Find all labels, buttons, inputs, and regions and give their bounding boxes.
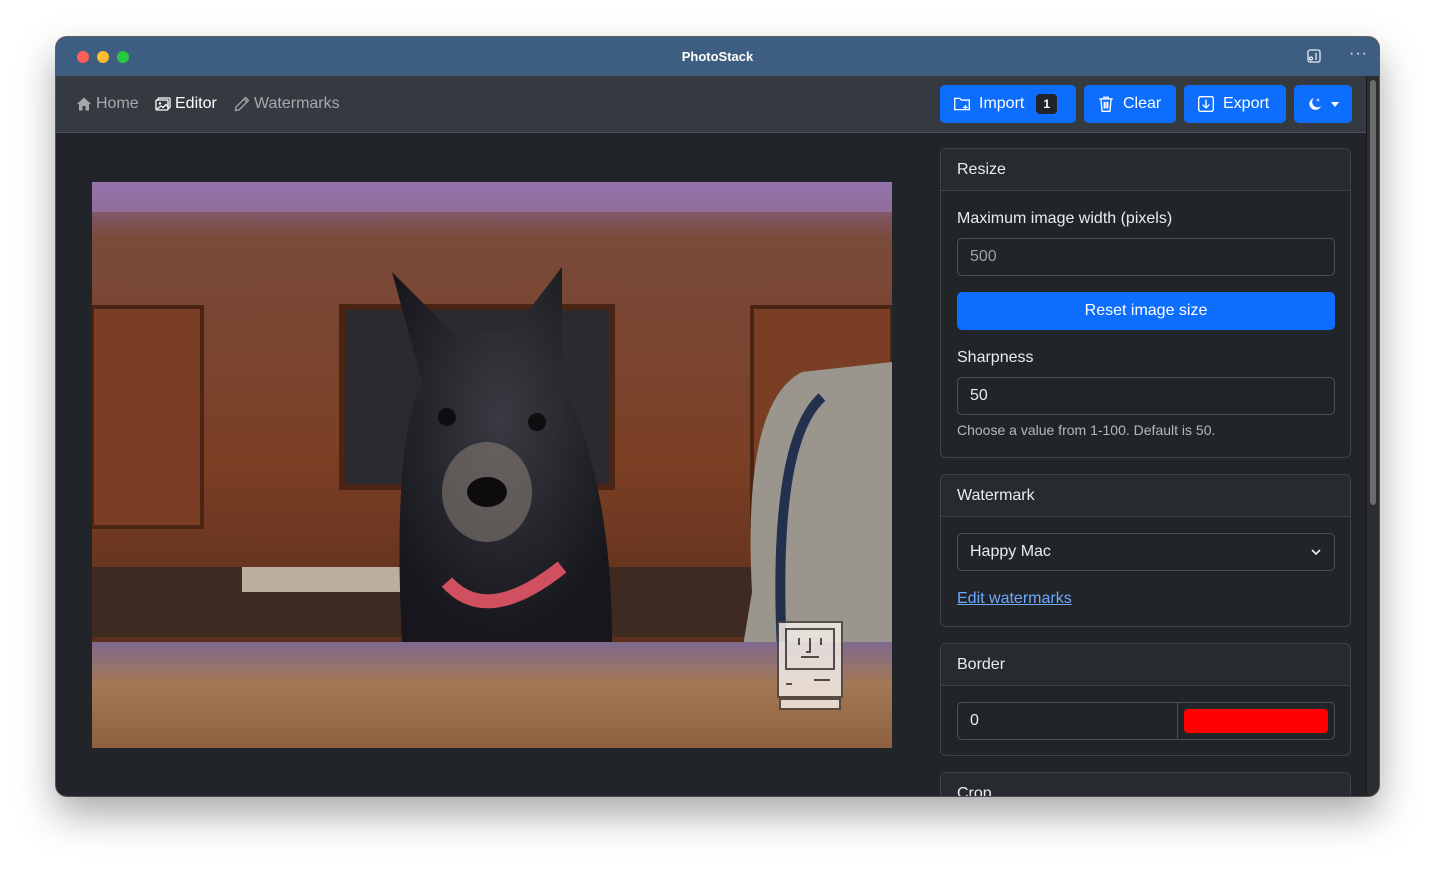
crop-card-title: Crop (941, 773, 1350, 796)
border-input-group: 0 (957, 702, 1335, 740)
watermark-card-title: Watermark (941, 475, 1350, 517)
clear-label: Clear (1123, 95, 1162, 112)
sharpness-label: Sharpness (957, 349, 1034, 366)
moon-stars-icon (1309, 98, 1321, 110)
import-button[interactable]: Import 1 (940, 85, 1076, 123)
download-icon (1198, 96, 1214, 112)
pencil-icon (234, 96, 250, 112)
reset-image-size-button[interactable]: Reset image size (957, 292, 1335, 330)
image-icon (155, 97, 171, 111)
house-icon (77, 97, 91, 111)
watermark-select[interactable]: Happy Mac (957, 533, 1335, 571)
more-icon[interactable]: ··· (1349, 45, 1368, 63)
border-card: Border 0 (940, 643, 1351, 756)
cast-icon[interactable] (1306, 48, 1322, 64)
export-label: Export (1223, 95, 1270, 112)
happy-mac-icon (777, 621, 843, 710)
border-width-input[interactable]: 0 (958, 703, 1178, 739)
import-label: Import (979, 95, 1025, 112)
nav-home[interactable]: Home (76, 95, 139, 113)
watermark-selected-value: Happy Mac (970, 543, 1051, 560)
max-width-label: Maximum image width (pixels) (957, 210, 1173, 227)
folder-plus-icon (954, 97, 970, 111)
sharpness-help-text: Choose a value from 1-100. Default is 50… (957, 422, 1216, 438)
chevron-down-icon (1331, 101, 1339, 107)
import-count-badge: 1 (1036, 94, 1058, 114)
cabinet-top (92, 182, 892, 212)
nav-editor-label: Editor (175, 95, 217, 112)
theme-toggle-button[interactable] (1294, 85, 1352, 123)
edit-watermarks-link[interactable]: Edit watermarks (957, 590, 1072, 607)
trash-icon (1099, 96, 1113, 112)
clear-button[interactable]: Clear (1084, 85, 1176, 123)
watermark-card: Watermark Happy Mac Edit watermarks (940, 474, 1351, 627)
border-card-title: Border (941, 644, 1350, 686)
border-color-picker[interactable] (1178, 703, 1334, 739)
sharpness-input[interactable]: 50 (957, 377, 1335, 415)
border-color-swatch (1184, 709, 1328, 733)
scrollbar-thumb[interactable] (1370, 80, 1376, 505)
nav-watermarks[interactable]: Watermarks (234, 95, 340, 113)
resize-card: Resize Maximum image width (pixels) 500 … (940, 148, 1351, 458)
resize-card-title: Resize (941, 149, 1350, 191)
crop-card: Crop (940, 772, 1351, 796)
scrollbar[interactable] (1366, 76, 1379, 796)
image-preview (92, 182, 892, 748)
app-window: PhotoStack ··· Home Editor Watermarks Im… (56, 37, 1379, 796)
navbar: Home Editor Watermarks Import 1 Clear Ex… (56, 76, 1367, 133)
window-title: PhotoStack (681, 49, 754, 64)
nav-editor[interactable]: Editor (155, 95, 217, 113)
export-button[interactable]: Export (1184, 85, 1286, 123)
chevron-down-icon (1311, 549, 1321, 556)
title-bar: PhotoStack ··· (56, 37, 1379, 76)
nav-home-label: Home (96, 95, 139, 112)
nav-watermarks-label: Watermarks (254, 95, 340, 112)
max-width-input[interactable]: 500 (957, 238, 1335, 276)
